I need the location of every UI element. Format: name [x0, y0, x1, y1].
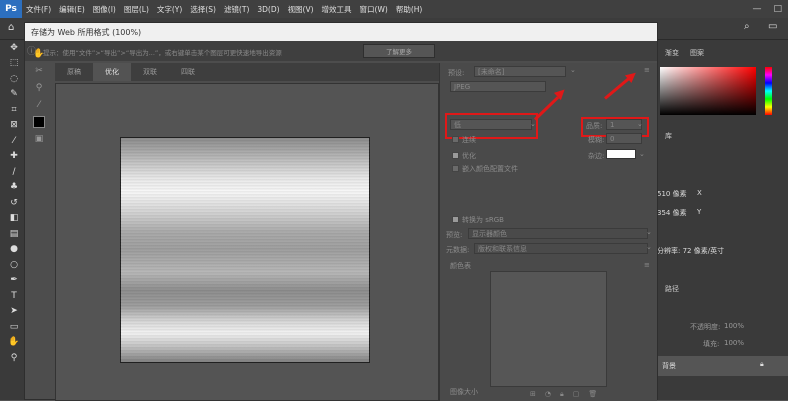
menu-filter[interactable]: 滤镜(T)	[220, 4, 253, 15]
layer-name: 背景	[662, 362, 676, 370]
maximize-button[interactable]: □	[773, 4, 782, 14]
lock-icon: 🔒︎	[760, 360, 764, 368]
save-for-web-dialog: 存储为 Web 所用格式 (100%) ⓘ 提示：使用“文件”>“导出”>“导出…	[24, 22, 658, 401]
height-value: 354 像素	[657, 209, 687, 217]
hint-text: 提示：使用“文件”>“导出”>“导出为...”，或右键单击某个图层可更快速地导出…	[43, 49, 282, 57]
preset-chevron-icon[interactable]: ⌄	[570, 66, 576, 74]
matte-label: 杂边:	[588, 152, 605, 160]
color-table-label: 颜色表	[450, 262, 471, 270]
menu-select[interactable]: 选择(S)	[186, 4, 220, 15]
library-label: 库	[665, 132, 672, 140]
hint-bar: ⓘ 提示：使用“文件”>“导出”>“导出为...”，或右键单击某个图层可更快速地…	[25, 41, 657, 61]
fill-value[interactable]: 100%	[724, 339, 744, 347]
photoshop-logo: Ps	[0, 0, 22, 18]
color-table[interactable]	[490, 271, 607, 387]
menu-edit[interactable]: 编辑(E)	[55, 4, 89, 15]
menu-file[interactable]: 文件(F)	[22, 4, 55, 15]
matte-color-swatch[interactable]	[606, 149, 636, 159]
tab-patterns[interactable]: 图案	[690, 48, 704, 58]
image-size-label: 图像大小	[450, 388, 478, 396]
blur-label: 模糊:	[588, 136, 605, 144]
opacity-value[interactable]: 100%	[724, 322, 744, 330]
fill-label: 填充:	[703, 340, 720, 348]
menu-plugins[interactable]: 增效工具	[318, 4, 356, 15]
home-icon[interactable]: ⌂	[8, 22, 14, 33]
metadata-chevron-icon: ⌄	[646, 243, 652, 251]
toggle-slices-icon[interactable]: ▣	[27, 130, 51, 147]
menu-help[interactable]: 帮助(H)	[392, 4, 427, 15]
preview-select[interactable]: 显示器颜色	[468, 228, 648, 239]
hand-tool-icon[interactable]: ✋	[27, 45, 51, 62]
tab-4up[interactable]: 四联	[169, 63, 207, 81]
dialog-tools: ✋ ✂ ⚲ ⁄ ▣	[27, 45, 51, 147]
minimize-button[interactable]: —	[752, 4, 761, 14]
progressive-label: 连续	[462, 136, 476, 144]
web-shift-icon[interactable]: ◔	[545, 390, 551, 399]
window-controls: — □	[752, 0, 782, 18]
tab-gradients[interactable]: 渐变	[665, 48, 679, 58]
matte-chevron-icon[interactable]: ⌄	[639, 150, 645, 158]
menu-3d[interactable]: 3D(D)	[253, 5, 283, 14]
opacity-label: 不透明度:	[690, 323, 721, 331]
quality-level-select[interactable]: 低	[450, 119, 532, 130]
delete-color-icon[interactable]: 🗑︎	[588, 390, 597, 399]
quality-label: 品质:	[586, 122, 603, 130]
metadata-label: 元数据:	[446, 246, 470, 254]
quality-level-chevron-icon: ⌄	[530, 120, 536, 128]
add-color-icon[interactable]: ▢	[573, 390, 580, 399]
menu-type[interactable]: 文字(Y)	[153, 4, 186, 15]
brushed-metal-texture	[120, 137, 370, 363]
eyedropper-color-swatch[interactable]	[27, 113, 51, 130]
convert-srgb-label: 转换为 sRGB	[462, 216, 504, 224]
menu-layer[interactable]: 图层(L)	[120, 4, 153, 15]
menu-view[interactable]: 视图(V)	[284, 4, 318, 15]
preview-label: 预览:	[446, 231, 463, 239]
menu-image[interactable]: 图像(I)	[89, 4, 120, 15]
learn-more-button[interactable]: 了解更多	[363, 44, 435, 58]
metadata-select[interactable]: 版权和联系信息	[474, 243, 648, 254]
blur-input[interactable]: 0	[606, 133, 642, 144]
lock-color-icon[interactable]: 🔒︎	[560, 390, 564, 399]
color-table-actions: ⊞ ◔ 🔒︎ ▢ 🗑︎	[530, 390, 597, 399]
color-table-menu-icon[interactable]: ≡	[644, 261, 650, 269]
hue-slider[interactable]	[765, 67, 772, 115]
search-icon[interactable]: ⌕	[744, 21, 750, 32]
tab-paths[interactable]: 路径	[665, 284, 679, 294]
progressive-checkbox[interactable]	[452, 136, 459, 143]
embed-profile-checkbox[interactable]	[452, 165, 459, 172]
tab-original[interactable]: 原稿	[55, 63, 93, 81]
zoom-tool-icon[interactable]: ⚲	[27, 79, 51, 96]
optimized-checkbox[interactable]	[452, 152, 459, 159]
width-value: 510 像素	[657, 190, 687, 198]
panel-menu-icon[interactable]: ≡	[644, 66, 650, 74]
slice-select-icon[interactable]: ✂	[27, 62, 51, 79]
preview-chevron-icon: ⌄	[646, 228, 652, 236]
preset-select[interactable]: [未命名]	[474, 66, 566, 77]
optimized-label: 优化	[462, 152, 476, 160]
quality-chevron-icon: ⌄	[637, 120, 643, 128]
format-select[interactable]: JPEG	[450, 81, 546, 92]
convert-srgb-checkbox[interactable]	[452, 216, 459, 223]
eyedropper-tool-icon[interactable]: ⁄	[27, 96, 51, 113]
tab-optimized[interactable]: 优化	[93, 63, 131, 81]
embed-profile-label: 嵌入颜色配置文件	[462, 165, 518, 173]
preset-label: 预设:	[448, 69, 465, 77]
view-tabs: 原稿 优化 双联 四联	[55, 63, 439, 81]
resolution-text: 分辨率: 72 像素/英寸	[657, 247, 725, 255]
menu-bar: Ps 文件(F) 编辑(E) 图像(I) 图层(L) 文字(Y) 选择(S) 滤…	[0, 0, 788, 18]
tab-2up[interactable]: 双联	[131, 63, 169, 81]
workspace-icon[interactable]: ▭	[768, 21, 777, 32]
color-picker-field[interactable]	[660, 67, 756, 115]
menu-window[interactable]: 窗口(W)	[356, 4, 392, 15]
dialog-title: 存储为 Web 所用格式 (100%)	[25, 23, 657, 41]
map-color-icon[interactable]: ⊞	[530, 390, 536, 399]
